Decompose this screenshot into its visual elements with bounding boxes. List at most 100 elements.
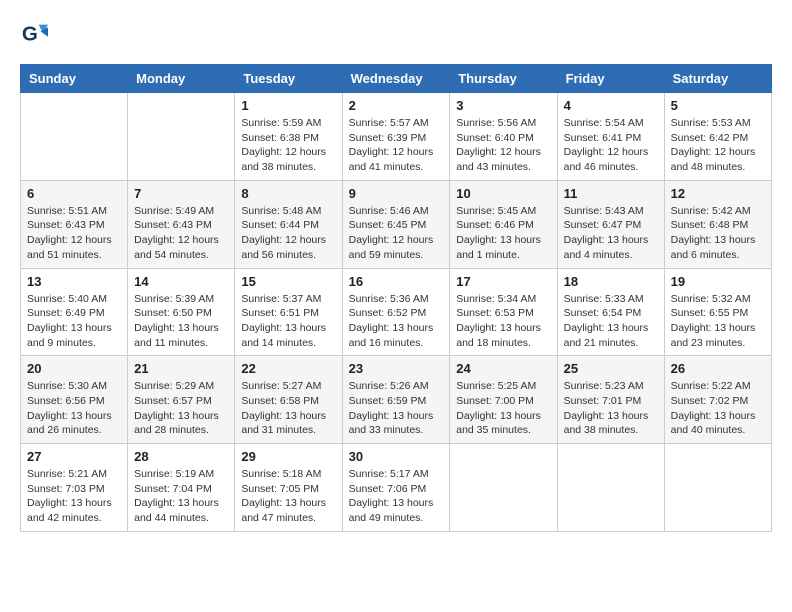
- calendar-cell: 27 Sunrise: 5:21 AM Sunset: 7:03 PM Dayli…: [21, 444, 128, 532]
- calendar-week-5: 27 Sunrise: 5:21 AM Sunset: 7:03 PM Dayli…: [21, 444, 772, 532]
- day-number: 19: [671, 274, 765, 289]
- day-info: Sunrise: 5:42 AM Sunset: 6:48 PM Dayligh…: [671, 204, 765, 263]
- day-info: Sunrise: 5:22 AM Sunset: 7:02 PM Dayligh…: [671, 379, 765, 438]
- day-info: Sunrise: 5:27 AM Sunset: 6:58 PM Dayligh…: [241, 379, 335, 438]
- calendar-cell: 13 Sunrise: 5:40 AM Sunset: 6:49 PM Dayli…: [21, 268, 128, 356]
- calendar-week-2: 6 Sunrise: 5:51 AM Sunset: 6:43 PM Daylig…: [21, 180, 772, 268]
- calendar-cell: 6 Sunrise: 5:51 AM Sunset: 6:43 PM Daylig…: [21, 180, 128, 268]
- calendar-cell: 9 Sunrise: 5:46 AM Sunset: 6:45 PM Daylig…: [342, 180, 450, 268]
- page-header: G: [20, 20, 772, 48]
- calendar-cell: 10Sunrise: 5:45 AM Sunset: 6:46 PM Dayli…: [450, 180, 557, 268]
- calendar-cell: 30Sunrise: 5:17 AM Sunset: 7:06 PM Dayli…: [342, 444, 450, 532]
- day-number: 3: [456, 98, 550, 113]
- calendar-cell: 2Sunrise: 5:57 AM Sunset: 6:39 PM Daylig…: [342, 93, 450, 181]
- weekday-header-monday: Monday: [128, 65, 235, 93]
- day-number: 29: [241, 449, 335, 464]
- calendar-cell: 28 Sunrise: 5:19 AM Sunset: 7:04 PM Dayli…: [128, 444, 235, 532]
- calendar-table: SundayMondayTuesdayWednesdayThursdayFrid…: [20, 64, 772, 532]
- day-info: Sunrise: 5:26 AM Sunset: 6:59 PM Dayligh…: [349, 379, 444, 438]
- calendar-body: 1 Sunrise: 5:59 AM Sunset: 6:38 PM Daylig…: [21, 93, 772, 532]
- calendar-cell: 14 Sunrise: 5:39 AM Sunset: 6:50 PM Dayli…: [128, 268, 235, 356]
- day-info: Sunrise: 5:18 AM Sunset: 7:05 PM Dayligh…: [241, 467, 335, 526]
- calendar-cell: 18 Sunrise: 5:33 AM Sunset: 6:54 PM Dayli…: [557, 268, 664, 356]
- day-info: Sunrise: 5:19 AM Sunset: 7:04 PM Dayligh…: [134, 467, 228, 526]
- weekday-header-wednesday: Wednesday: [342, 65, 450, 93]
- day-info: Sunrise: 5:21 AM Sunset: 7:03 PM Dayligh…: [27, 467, 121, 526]
- weekday-header-sunday: Sunday: [21, 65, 128, 93]
- day-info: Sunrise: 5:30 AM Sunset: 6:56 PM Dayligh…: [27, 379, 121, 438]
- day-number: 14: [134, 274, 228, 289]
- calendar-cell: 4 Sunrise: 5:54 AM Sunset: 6:41 PM Daylig…: [557, 93, 664, 181]
- calendar-cell: [450, 444, 557, 532]
- day-number: 12: [671, 186, 765, 201]
- calendar-cell: 15 Sunrise: 5:37 AM Sunset: 6:51 PM Dayli…: [235, 268, 342, 356]
- day-number: 13: [27, 274, 121, 289]
- day-info: Sunrise: 5:36 AM Sunset: 6:52 PM Dayligh…: [349, 292, 444, 351]
- day-info: Sunrise: 5:53 AM Sunset: 6:42 PM Dayligh…: [671, 116, 765, 175]
- day-info: Sunrise: 5:49 AM Sunset: 6:43 PM Dayligh…: [134, 204, 228, 263]
- calendar-week-1: 1 Sunrise: 5:59 AM Sunset: 6:38 PM Daylig…: [21, 93, 772, 181]
- calendar-cell: [557, 444, 664, 532]
- day-number: 2: [349, 98, 444, 113]
- day-number: 25: [564, 361, 658, 376]
- day-info: Sunrise: 5:29 AM Sunset: 6:57 PM Dayligh…: [134, 379, 228, 438]
- day-number: 8: [241, 186, 335, 201]
- day-info: Sunrise: 5:56 AM Sunset: 6:40 PM Dayligh…: [456, 116, 550, 175]
- calendar-cell: 26 Sunrise: 5:22 AM Sunset: 7:02 PM Dayli…: [664, 356, 771, 444]
- day-number: 15: [241, 274, 335, 289]
- weekday-header-friday: Friday: [557, 65, 664, 93]
- day-number: 18: [564, 274, 658, 289]
- calendar-cell: 17 Sunrise: 5:34 AM Sunset: 6:53 PM Dayli…: [450, 268, 557, 356]
- day-info: Sunrise: 5:39 AM Sunset: 6:50 PM Dayligh…: [134, 292, 228, 351]
- calendar-cell: [128, 93, 235, 181]
- weekday-header-tuesday: Tuesday: [235, 65, 342, 93]
- day-info: Sunrise: 5:46 AM Sunset: 6:45 PM Dayligh…: [349, 204, 444, 263]
- day-number: 6: [27, 186, 121, 201]
- day-number: 4: [564, 98, 658, 113]
- day-info: Sunrise: 5:40 AM Sunset: 6:49 PM Dayligh…: [27, 292, 121, 351]
- day-number: 17: [456, 274, 550, 289]
- day-number: 26: [671, 361, 765, 376]
- day-info: Sunrise: 5:37 AM Sunset: 6:51 PM Dayligh…: [241, 292, 335, 351]
- day-info: Sunrise: 5:51 AM Sunset: 6:43 PM Dayligh…: [27, 204, 121, 263]
- calendar-cell: 3 Sunrise: 5:56 AM Sunset: 6:40 PM Daylig…: [450, 93, 557, 181]
- day-info: Sunrise: 5:33 AM Sunset: 6:54 PM Dayligh…: [564, 292, 658, 351]
- calendar-week-3: 13 Sunrise: 5:40 AM Sunset: 6:49 PM Dayli…: [21, 268, 772, 356]
- day-info: Sunrise: 5:23 AM Sunset: 7:01 PM Dayligh…: [564, 379, 658, 438]
- day-number: 27: [27, 449, 121, 464]
- day-number: 9: [349, 186, 444, 201]
- day-number: 28: [134, 449, 228, 464]
- calendar-cell: 21Sunrise: 5:29 AM Sunset: 6:57 PM Dayli…: [128, 356, 235, 444]
- day-info: Sunrise: 5:17 AM Sunset: 7:06 PM Dayligh…: [349, 467, 444, 526]
- day-info: Sunrise: 5:43 AM Sunset: 6:47 PM Dayligh…: [564, 204, 658, 263]
- day-info: Sunrise: 5:32 AM Sunset: 6:55 PM Dayligh…: [671, 292, 765, 351]
- calendar-cell: 22Sunrise: 5:27 AM Sunset: 6:58 PM Dayli…: [235, 356, 342, 444]
- day-number: 20: [27, 361, 121, 376]
- calendar-cell: 11Sunrise: 5:43 AM Sunset: 6:47 PM Dayli…: [557, 180, 664, 268]
- calendar-cell: 12 Sunrise: 5:42 AM Sunset: 6:48 PM Dayli…: [664, 180, 771, 268]
- day-info: Sunrise: 5:25 AM Sunset: 7:00 PM Dayligh…: [456, 379, 550, 438]
- weekday-header-saturday: Saturday: [664, 65, 771, 93]
- calendar-cell: 25 Sunrise: 5:23 AM Sunset: 7:01 PM Dayli…: [557, 356, 664, 444]
- calendar-cell: 8 Sunrise: 5:48 AM Sunset: 6:44 PM Daylig…: [235, 180, 342, 268]
- weekday-header-thursday: Thursday: [450, 65, 557, 93]
- calendar-week-4: 20 Sunrise: 5:30 AM Sunset: 6:56 PM Dayli…: [21, 356, 772, 444]
- day-number: 5: [671, 98, 765, 113]
- day-number: 10: [456, 186, 550, 201]
- calendar-cell: 19 Sunrise: 5:32 AM Sunset: 6:55 PM Dayli…: [664, 268, 771, 356]
- day-info: Sunrise: 5:54 AM Sunset: 6:41 PM Dayligh…: [564, 116, 658, 175]
- calendar-cell: 1 Sunrise: 5:59 AM Sunset: 6:38 PM Daylig…: [235, 93, 342, 181]
- day-info: Sunrise: 5:34 AM Sunset: 6:53 PM Dayligh…: [456, 292, 550, 351]
- calendar-cell: 24Sunrise: 5:25 AM Sunset: 7:00 PM Dayli…: [450, 356, 557, 444]
- logo-icon: G: [20, 20, 48, 48]
- svg-text:G: G: [22, 23, 38, 46]
- day-info: Sunrise: 5:48 AM Sunset: 6:44 PM Dayligh…: [241, 204, 335, 263]
- day-number: 7: [134, 186, 228, 201]
- day-info: Sunrise: 5:59 AM Sunset: 6:38 PM Dayligh…: [241, 116, 335, 175]
- calendar-cell: [21, 93, 128, 181]
- calendar-cell: [664, 444, 771, 532]
- logo: G: [20, 20, 50, 48]
- calendar-cell: 7 Sunrise: 5:49 AM Sunset: 6:43 PM Daylig…: [128, 180, 235, 268]
- day-number: 1: [241, 98, 335, 113]
- calendar-cell: 20 Sunrise: 5:30 AM Sunset: 6:56 PM Dayli…: [21, 356, 128, 444]
